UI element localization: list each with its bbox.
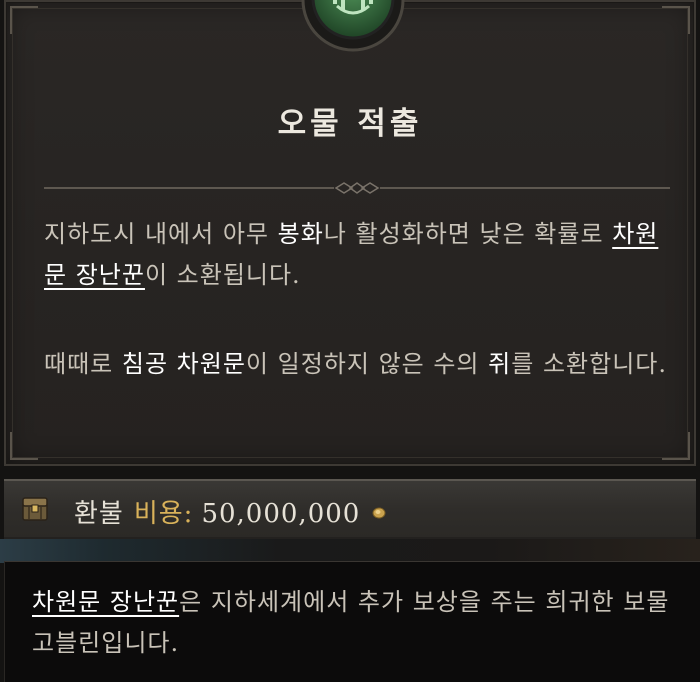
background-scene <box>0 539 700 563</box>
tooltip-panel: 오물 적출 지하도시 내에서 아무 봉화나 활성화하면 낮은 확률로 차원문 장… <box>4 0 696 466</box>
gold-coin-icon <box>372 507 386 519</box>
refund-label: 환불 <box>74 499 124 529</box>
description-text: 지하도시 내에서 아무 <box>44 220 278 248</box>
description-text: 때때로 <box>44 350 122 378</box>
cost-line: 환불 비용: 50,000,000 <box>74 493 386 530</box>
tooltip-title: 오물 적출 <box>277 106 423 142</box>
corner-ornament <box>662 432 690 460</box>
info-tooltip-panel: 차원문 장난꾼은 지하세계에서 추가 보상을 주는 희귀한 보물 고블린입니다. <box>4 561 700 682</box>
description-text: 나 활성화하면 낮은 확률로 <box>323 220 613 248</box>
treasure-goblin-term: 차원문 장난꾼 <box>32 588 180 616</box>
cost-key-label: 비용: <box>133 499 194 529</box>
description-paragraph: 지하도시 내에서 아무 봉화나 활성화하면 낮은 확률로 차원문 장난꾼이 소환… <box>44 214 674 296</box>
refund-cost-bar: 환불 비용: 50,000,000 <box>4 479 696 539</box>
description-text: 이 소환됩니다. <box>144 261 301 289</box>
info-tooltip-text: 차원문 장난꾼은 지하세계에서 추가 보상을 주는 희귀한 보물 고블린입니다. <box>32 582 692 664</box>
corner-ornament <box>662 6 690 34</box>
ornamental-divider <box>44 182 670 194</box>
description-paragraph: 때때로 침공 차원문이 일정하지 않은 수의 쥐를 소환합니다. <box>44 344 674 385</box>
keyword-beacon: 봉화 <box>277 220 324 248</box>
description-text: 이 일정하지 않은 수의 <box>245 350 489 378</box>
coffer-icon <box>22 497 48 521</box>
upgrade-emblem-icon <box>301 0 405 52</box>
cost-value: 50,000,000 <box>201 499 361 529</box>
keyword-invasion-portal: 침공 차원문 <box>121 350 246 378</box>
corner-ornament <box>10 6 38 34</box>
corner-ornament <box>10 432 38 460</box>
description-text: 를 소환합니다. <box>511 350 667 378</box>
keyword-rats: 쥐 <box>488 350 512 378</box>
